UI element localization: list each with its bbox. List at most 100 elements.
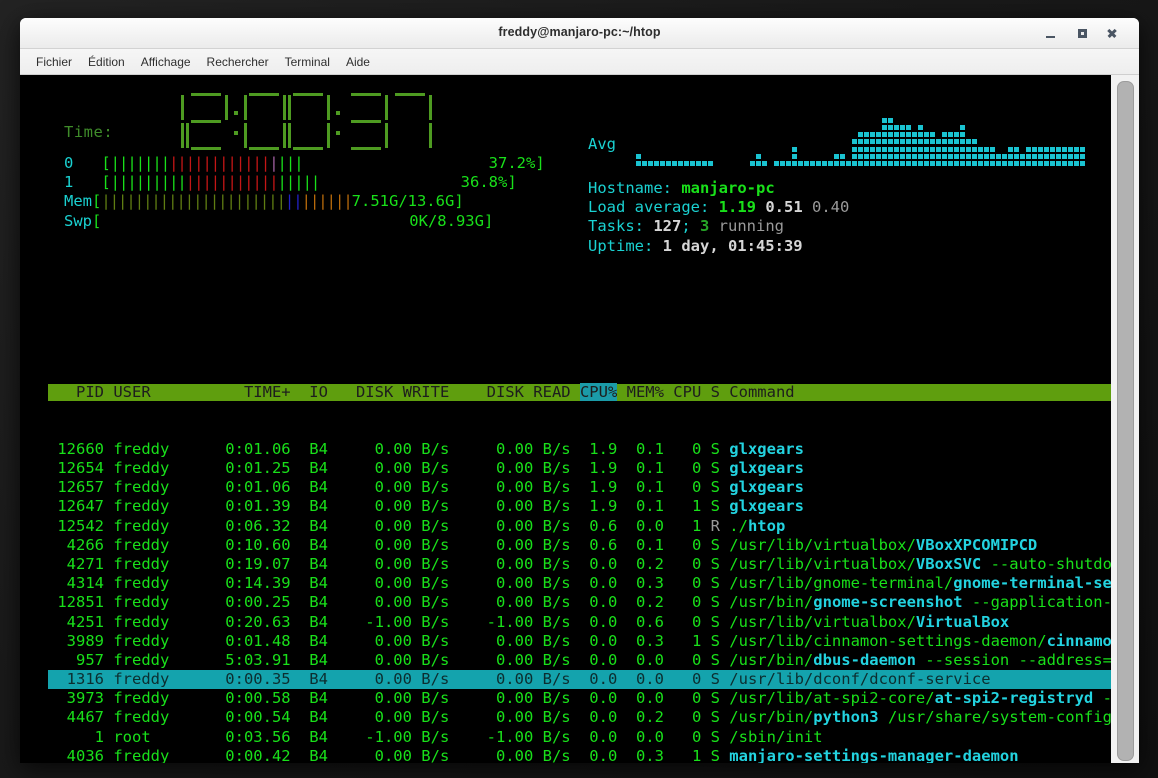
menu-item-fichier[interactable]: Fichier	[28, 53, 80, 71]
table-row[interactable]: 12542 freddy 0:06.32 B4 0.00 B/s 0.00 B/…	[48, 517, 1139, 536]
process-table[interactable]: PID USER TIME+ IO DISK WRITE DISK READ C…	[48, 346, 1139, 763]
scrollbar-thumb[interactable]	[1117, 81, 1134, 761]
cell-cpu-pct: 0.0	[579, 708, 618, 727]
cell-command: glxgears	[729, 497, 804, 515]
table-row[interactable]: 4467 freddy 0:00.54 B4 0.00 B/s 0.00 B/s…	[48, 708, 1139, 727]
col-header-pid[interactable]: PID	[48, 383, 113, 401]
cell-mem-pct: 0.2	[617, 554, 664, 573]
cell-time: 0:14.39	[187, 574, 300, 593]
cell-state: S	[701, 670, 730, 689]
cell-pid: 1	[48, 727, 114, 746]
close-button[interactable]	[1097, 18, 1127, 48]
cell-mem-pct: 0.3	[617, 746, 664, 763]
process-table-body[interactable]: 12660 freddy 0:01.06 B4 0.00 B/s 0.00 B/…	[48, 440, 1139, 763]
table-row[interactable]: 4036 freddy 0:00.42 B4 0.00 B/s 0.00 B/s…	[48, 747, 1139, 763]
col-header-state[interactable]: S	[711, 383, 730, 401]
uptime-value: 1 day, 01:45:39	[662, 236, 803, 255]
table-row[interactable]: 12654 freddy 0:01.25 B4 0.00 B/s 0.00 B/…	[48, 459, 1139, 478]
cell-cpu: 0	[663, 708, 702, 727]
cell-user: freddy	[113, 574, 188, 593]
command-name: cinnamo	[1046, 631, 1112, 650]
cell-cpu: 1	[663, 631, 702, 650]
cell-disk-write: 0.00 B/s	[327, 650, 450, 669]
terminal-area[interactable]: Time: 0 [||||||||||||||||||||||| 37.2%] 1…	[20, 75, 1139, 763]
col-header-gap1[interactable]	[617, 383, 626, 401]
table-row[interactable]: 1316 freddy 0:00.35 B4 0.00 B/s 0.00 B/s…	[48, 670, 1139, 690]
table-row[interactable]: 4266 freddy 0:10.60 B4 0.00 B/s 0.00 B/s…	[48, 536, 1139, 555]
col-header-command[interactable]: Command	[729, 383, 1139, 401]
cell-disk-write: 0.00 B/s	[327, 439, 450, 458]
col-header-disk-write[interactable]: DISK WRITE	[328, 383, 449, 401]
command-args: --auto-shutdo	[981, 554, 1112, 573]
table-row[interactable]: 12660 freddy 0:01.06 B4 0.00 B/s 0.00 B/…	[48, 440, 1139, 459]
maximize-button[interactable]	[1067, 18, 1097, 48]
col-header-user[interactable]: USER	[113, 383, 188, 401]
command-path: /usr/lib/virtualbox/	[729, 612, 916, 631]
cell-mem-pct: 0.3	[617, 574, 664, 593]
cell-mem-pct: 0.1	[617, 439, 664, 458]
cell-cpu-pct: 1.9	[579, 478, 618, 497]
command-name: at-spi2-registryd	[934, 689, 1094, 708]
cell-time: 0:01.48	[187, 631, 300, 650]
cell-pid: 12660	[48, 439, 114, 458]
cell-disk-write: 0.00 B/s	[327, 516, 450, 535]
col-header-time[interactable]: TIME+	[188, 383, 300, 401]
col-header-mem-pct[interactable]: MEM%	[627, 383, 664, 401]
table-row[interactable]: 957 freddy 5:03.91 B4 0.00 B/s 0.00 B/s …	[48, 651, 1139, 670]
cell-disk-write: 0.00 B/s	[327, 497, 450, 516]
mem-meter: Mem[||||||||||||||||||||||||||||||7.51G/…	[64, 192, 545, 211]
table-row[interactable]: 4251 freddy 0:20.63 B4 -1.00 B/s -1.00 B…	[48, 613, 1139, 632]
col-header-io[interactable]: IO	[300, 383, 328, 401]
mem-meter-value: 7.51G/13.6G	[351, 192, 455, 211]
tasks-running: 3	[700, 217, 710, 236]
mem-bracket-open: [	[92, 192, 102, 211]
cell-io: B4	[299, 689, 328, 708]
mem-meter-label: Mem	[64, 192, 92, 211]
command-name: gnome-terminal-se	[953, 574, 1112, 593]
menu-item-rechercher[interactable]: Rechercher	[199, 53, 277, 71]
table-row[interactable]: 3973 freddy 0:00.58 B4 0.00 B/s 0.00 B/s…	[48, 689, 1139, 708]
command-name: manjaro-settings-manager-daemon	[729, 746, 1019, 763]
cell-state: S	[701, 497, 730, 516]
table-row[interactable]: 12657 freddy 0:01.06 B4 0.00 B/s 0.00 B/…	[48, 478, 1139, 497]
cell-time: 0:03.56	[187, 727, 300, 746]
cell-mem-pct: 0.0	[617, 650, 664, 669]
table-row[interactable]: 3989 freddy 0:01.48 B4 0.00 B/s 0.00 B/s…	[48, 632, 1139, 651]
hostname-line: Hostname: manjaro-pc	[588, 179, 849, 198]
table-row[interactable]: 4271 freddy 0:19.07 B4 0.00 B/s 0.00 B/s…	[48, 555, 1139, 574]
col-header-cpu-pct[interactable]: CPU%	[579, 383, 618, 402]
cell-time: 0:00.54	[187, 708, 300, 727]
command-name: glxgears	[729, 497, 804, 516]
process-table-header[interactable]: PID USER TIME+ IO DISK WRITE DISK READ C…	[48, 383, 1139, 402]
terminal-scrollbar[interactable]	[1111, 75, 1139, 763]
swp-meter-label: Swp	[64, 211, 92, 230]
cell-disk-write: 0.00 B/s	[327, 708, 450, 727]
table-row[interactable]: 12647 freddy 0:01.39 B4 0.00 B/s 0.00 B/…	[48, 497, 1139, 516]
menu-item-dition[interactable]: Édition	[80, 53, 133, 71]
col-header-cpu[interactable]: CPU	[664, 383, 711, 401]
cell-pid: 957	[48, 650, 114, 669]
menu-item-aide[interactable]: Aide	[338, 53, 378, 71]
cell-io: B4	[299, 459, 328, 477]
cell-disk-write: 0.00 B/s	[327, 478, 450, 497]
swp-meter-value: 0K/8.93G	[101, 211, 484, 230]
minimize-button[interactable]	[1035, 18, 1065, 48]
table-row[interactable]: 1 root 0:03.56 B4 -1.00 B/s -1.00 B/s 0.…	[48, 728, 1139, 747]
cell-disk-read: -1.00 B/s	[449, 612, 580, 631]
cpu0-meter-bracket-close: ]	[535, 154, 545, 172]
cell-mem-pct: 0.0	[617, 727, 664, 746]
cell-pid: 4251	[48, 612, 114, 631]
terminal-window: freddy@manjaro-pc:~/htop Fichier Édition A…	[20, 18, 1139, 763]
table-row[interactable]: 4314 freddy 0:14.39 B4 0.00 B/s 0.00 B/s…	[48, 574, 1139, 593]
cell-state: S	[701, 708, 730, 727]
col-header-disk-read[interactable]: DISK READ	[449, 383, 580, 401]
cell-pid: 4036	[48, 746, 114, 763]
command-path: /usr/bin/	[729, 708, 814, 727]
menu-item-terminal[interactable]: Terminal	[277, 53, 338, 71]
clock-digit-0	[288, 93, 330, 151]
load-15: 0.40	[812, 198, 850, 217]
menu-item-affichage[interactable]: Affichage	[133, 53, 199, 71]
table-row[interactable]: 12851 freddy 0:00.25 B4 0.00 B/s 0.00 B/…	[48, 593, 1139, 612]
cell-time: 0:06.32	[187, 516, 300, 535]
cell-mem-pct: 0.1	[617, 478, 664, 497]
